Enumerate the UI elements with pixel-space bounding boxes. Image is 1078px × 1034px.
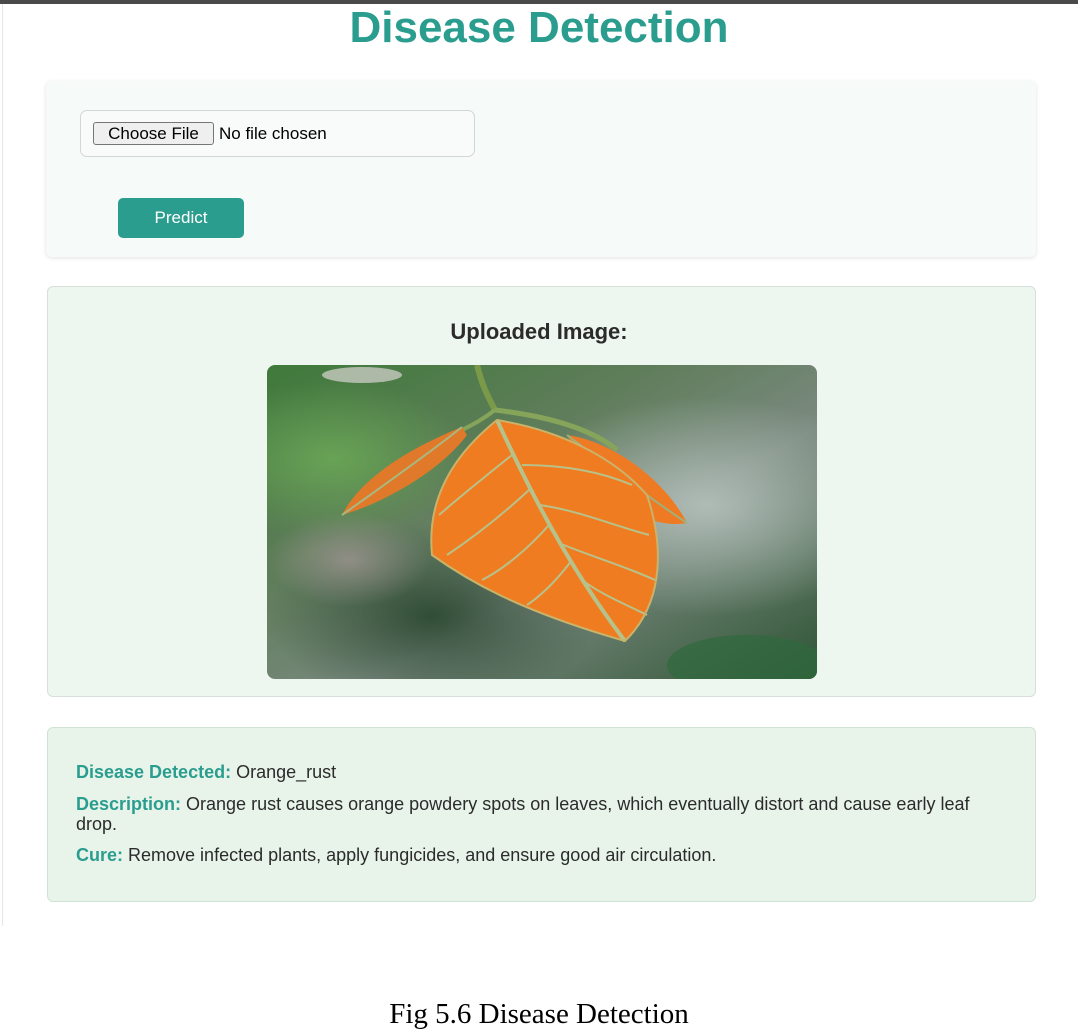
description-line: Description: Orange rust causes orange p… — [76, 794, 1006, 834]
figure-caption: Fig 5.6 Disease Detection — [389, 998, 689, 1030]
cure-line: Cure: Remove infected plants, apply fung… — [76, 845, 1006, 865]
disease-detected-label: Disease Detected: — [76, 762, 232, 782]
choose-file-button[interactable]: Choose File — [93, 122, 214, 145]
description-value: Orange rust causes orange powdery spots … — [76, 794, 970, 834]
disease-detected-line: Disease Detected: Orange_rust — [76, 762, 1006, 782]
cure-value: Remove infected plants, apply fungicides… — [128, 845, 717, 865]
file-status-text: No file chosen — [219, 124, 327, 143]
cure-label: Cure: — [76, 845, 124, 865]
uploaded-leaf-image — [267, 365, 817, 679]
predict-button[interactable]: Predict — [118, 198, 244, 238]
description-label: Description: — [76, 794, 182, 814]
page-left-edge — [2, 4, 3, 926]
uploaded-image-heading: Uploaded Image: — [450, 319, 628, 344]
page-title: Disease Detection — [349, 3, 729, 52]
disease-detected-value: Orange_rust — [236, 762, 337, 782]
